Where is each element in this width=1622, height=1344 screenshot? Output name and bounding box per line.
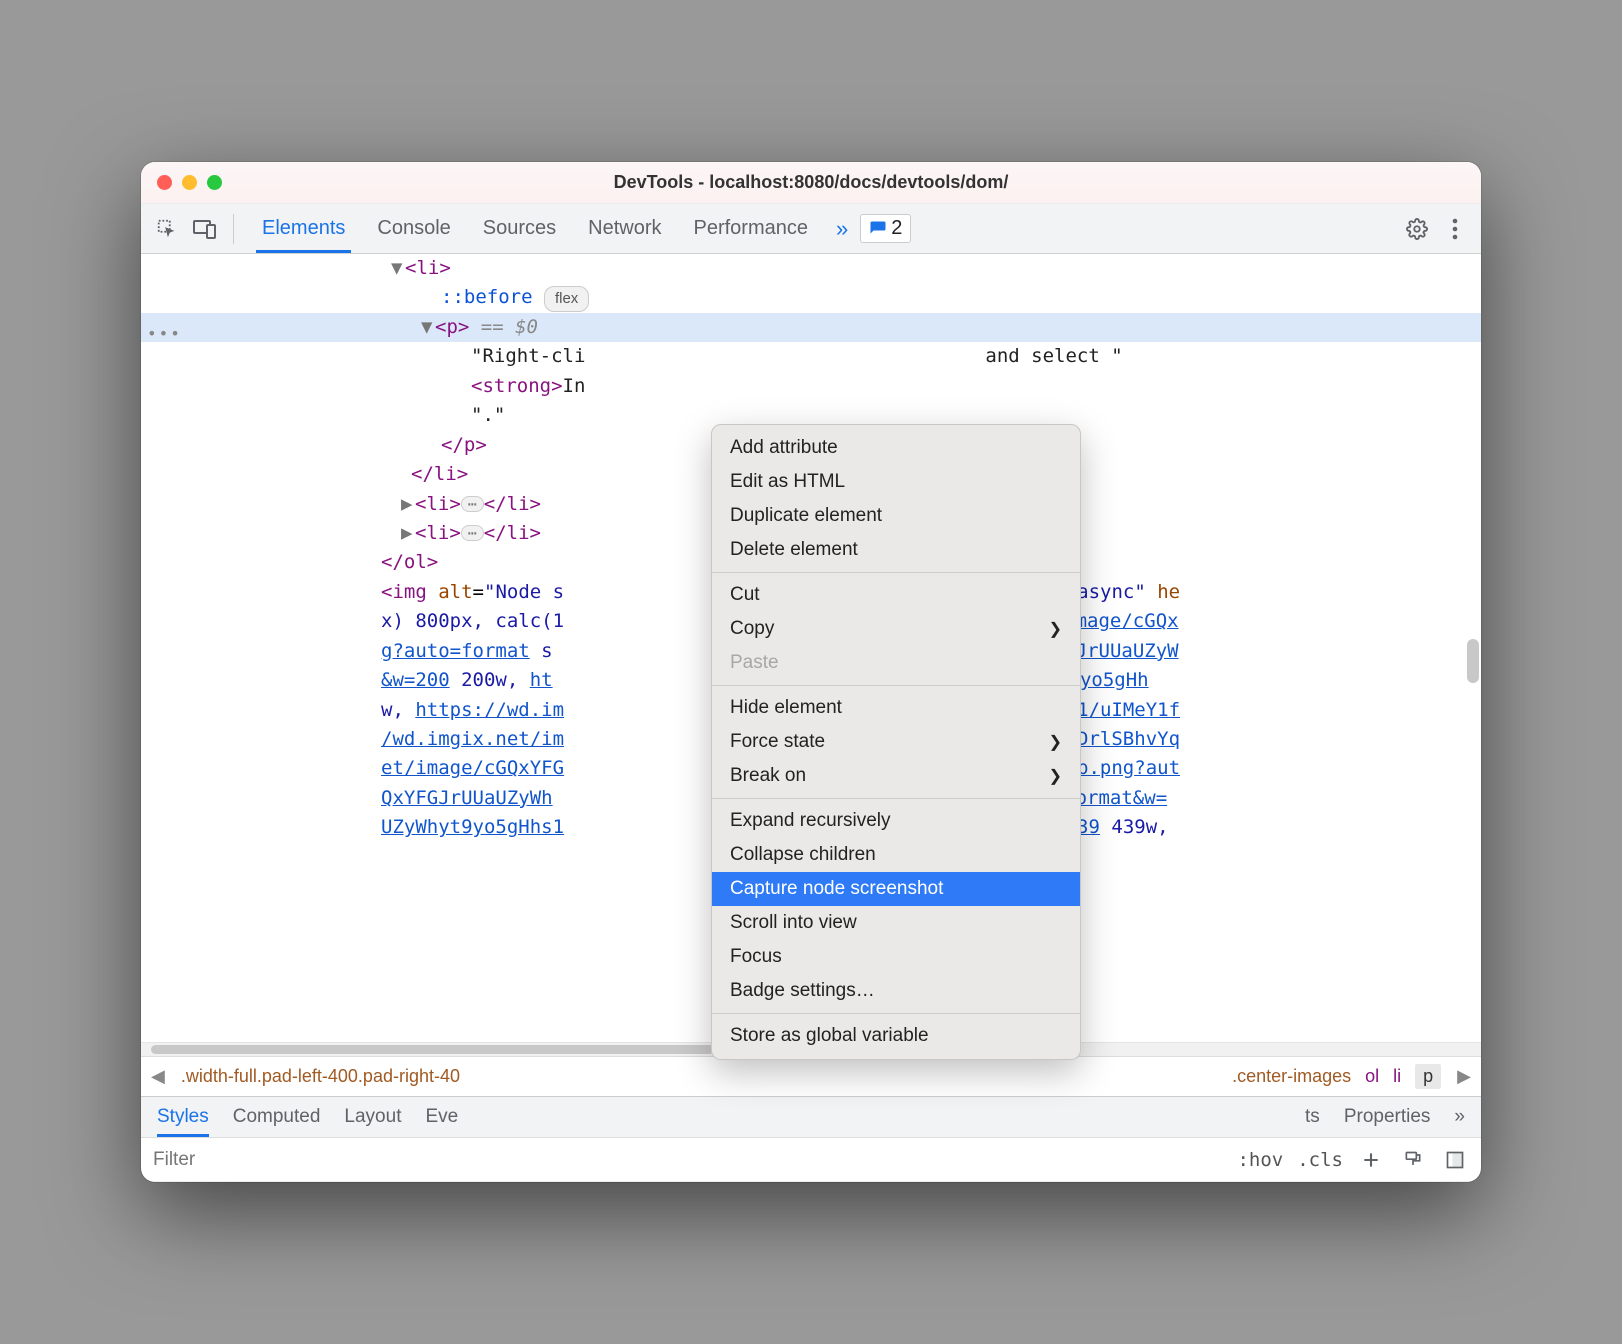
tab-computed[interactable]: Computed <box>233 1098 321 1136</box>
chevron-right-icon: ❯ <box>1049 766 1062 786</box>
dom-line-selected[interactable]: ▼<p> == $0 <box>141 313 1481 342</box>
ctx-break-on[interactable]: Break on❯ <box>712 759 1080 793</box>
ctx-store-global[interactable]: Store as global variable <box>712 1019 1080 1053</box>
hov-button[interactable]: :hov <box>1237 1149 1283 1171</box>
ctx-cut[interactable]: Cut <box>712 578 1080 612</box>
ctx-paste: Paste <box>712 646 1080 680</box>
breadcrumb: ◀ .width-full.pad-left-400.pad-right-40 … <box>141 1056 1481 1096</box>
kebab-icon[interactable] <box>1439 213 1471 245</box>
ctx-delete-element[interactable]: Delete element <box>712 533 1080 567</box>
ctx-badge-settings[interactable]: Badge settings… <box>712 974 1080 1008</box>
styles-sidebar-tabs: Styles Computed Layout Eve ts Properties… <box>141 1096 1481 1138</box>
ctx-capture-node-screenshot[interactable]: Capture node screenshot <box>712 872 1080 906</box>
issues-count: 2 <box>891 217 902 240</box>
inspect-icon[interactable] <box>151 213 183 245</box>
more-tabs-button[interactable]: » <box>830 216 854 242</box>
more-tabs-button[interactable]: » <box>1454 1098 1465 1136</box>
issues-badge[interactable]: 2 <box>860 214 911 243</box>
separator <box>712 798 1080 799</box>
chevron-right-icon: ❯ <box>1049 732 1062 752</box>
ctx-force-state[interactable]: Force state❯ <box>712 725 1080 759</box>
paint-icon[interactable] <box>1399 1146 1427 1174</box>
separator <box>233 214 234 244</box>
ctx-edit-as-html[interactable]: Edit as HTML <box>712 465 1080 499</box>
dom-line[interactable]: "Right-cliand select " <box>141 342 1481 371</box>
dom-line[interactable]: ▼<li> <box>141 254 1481 283</box>
gear-icon[interactable] <box>1401 213 1433 245</box>
tab-event-listeners[interactable]: Eve <box>425 1098 458 1136</box>
ctx-scroll-into-view[interactable]: Scroll into view <box>712 906 1080 940</box>
filter-input[interactable] <box>153 1149 398 1171</box>
dom-line[interactable]: ::before flex <box>141 283 1481 312</box>
separator <box>712 1013 1080 1014</box>
ctx-focus[interactable]: Focus <box>712 940 1080 974</box>
ctx-expand-recursively[interactable]: Expand recursively <box>712 804 1080 838</box>
titlebar: DevTools - localhost:8080/docs/devtools/… <box>141 162 1481 204</box>
tab-network[interactable]: Network <box>572 204 677 253</box>
chevron-right-icon[interactable]: ▶ <box>1455 1066 1473 1087</box>
chevron-left-icon[interactable]: ◀ <box>149 1066 167 1087</box>
breadcrumb-item[interactable]: .center-images <box>1232 1066 1351 1087</box>
ellipsis-icon[interactable]: ⋯ <box>461 496 484 512</box>
window-title: DevTools - localhost:8080/docs/devtools/… <box>141 172 1481 193</box>
tab-properties[interactable]: Properties <box>1344 1098 1431 1136</box>
styles-filterbar: :hov .cls <box>141 1138 1481 1182</box>
dom-line[interactable]: <strong>In <box>141 372 1481 401</box>
separator <box>712 572 1080 573</box>
panel-tabs: Elements Console Sources Network Perform… <box>246 204 824 253</box>
tab-styles[interactable]: Styles <box>157 1098 209 1136</box>
ctx-add-attribute[interactable]: Add attribute <box>712 431 1080 465</box>
ctx-hide-element[interactable]: Hide element <box>712 691 1080 725</box>
devtools-window: DevTools - localhost:8080/docs/devtools/… <box>141 162 1481 1182</box>
tab-performance[interactable]: Performance <box>678 204 825 253</box>
context-menu: Add attribute Edit as HTML Duplicate ele… <box>711 424 1081 1060</box>
tab-truncated[interactable]: ts <box>1305 1098 1320 1136</box>
ctx-copy[interactable]: Copy❯ <box>712 612 1080 646</box>
ctx-collapse-children[interactable]: Collapse children <box>712 838 1080 872</box>
breadcrumb-item[interactable]: ol <box>1365 1066 1379 1087</box>
main-toolbar: Elements Console Sources Network Perform… <box>141 204 1481 254</box>
breadcrumb-item[interactable]: .width-full.pad-left-400.pad-right-40 <box>181 1066 460 1087</box>
tab-console[interactable]: Console <box>361 204 466 253</box>
chevron-right-icon: ❯ <box>1049 619 1062 639</box>
gutter-ellipsis-icon[interactable]: ••• <box>147 322 182 347</box>
flex-badge[interactable]: flex <box>544 286 589 311</box>
ctx-duplicate-element[interactable]: Duplicate element <box>712 499 1080 533</box>
cls-button[interactable]: .cls <box>1297 1149 1343 1171</box>
ellipsis-icon[interactable]: ⋯ <box>461 525 484 541</box>
separator <box>712 685 1080 686</box>
vertical-scrollbar[interactable] <box>1467 639 1479 683</box>
breadcrumb-item[interactable]: li <box>1393 1066 1401 1087</box>
new-rule-icon[interactable] <box>1357 1146 1385 1174</box>
tab-elements[interactable]: Elements <box>246 204 361 253</box>
breadcrumb-item-selected[interactable]: p <box>1415 1064 1441 1089</box>
device-toggle-icon[interactable] <box>189 213 221 245</box>
computed-panel-icon[interactable] <box>1441 1146 1469 1174</box>
tab-sources[interactable]: Sources <box>467 204 572 253</box>
tab-layout[interactable]: Layout <box>344 1098 401 1136</box>
